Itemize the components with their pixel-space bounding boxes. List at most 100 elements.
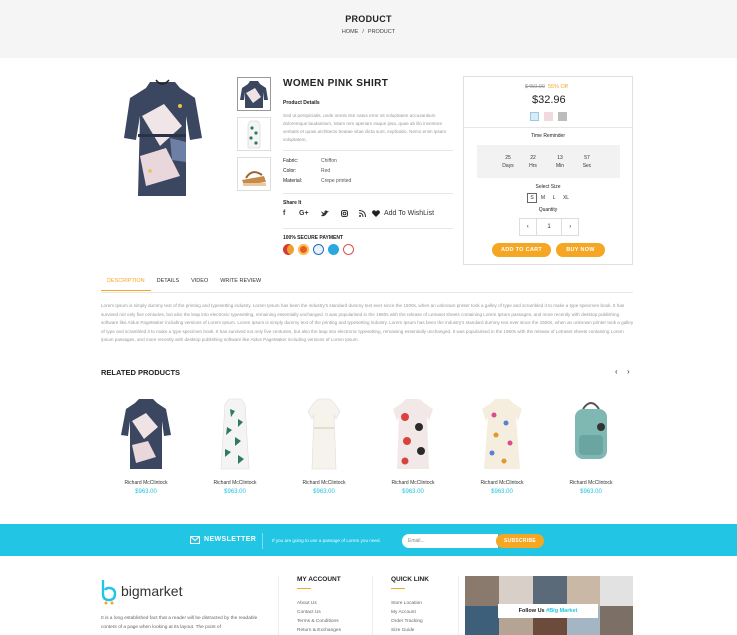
related-product-image-3[interactable]: [294, 397, 354, 472]
thumbnail-1[interactable]: [237, 77, 271, 111]
time-reminder-label: Time Reminder: [531, 133, 565, 139]
timer-hours: 22 Hrs: [529, 155, 537, 169]
color-swatch-grey[interactable]: [558, 112, 567, 121]
related-product-price-4: $963.00: [402, 489, 424, 495]
buy-now-button[interactable]: BUY NOW: [556, 243, 605, 257]
tab-video[interactable]: VIDEO: [185, 276, 214, 291]
newsletter-text: If you are going to use a passage of Lor…: [272, 538, 381, 543]
divider: [463, 127, 633, 128]
carousel-next-button[interactable]: ›: [627, 367, 630, 376]
twitter-icon[interactable]: [321, 210, 329, 219]
secure-payment-label: 100% SECURE PAYMENT: [283, 235, 344, 241]
thumbnail-2[interactable]: [237, 117, 271, 151]
related-product-image-4[interactable]: [383, 397, 443, 472]
facebook-icon[interactable]: f: [283, 210, 285, 217]
divider: [278, 576, 279, 635]
quantity-stepper: ‹ 1 ›: [519, 218, 579, 236]
quantity-increase-button[interactable]: ›: [562, 219, 578, 235]
add-to-wishlist-link[interactable]: Add To WishList: [372, 210, 434, 217]
related-product-price-2: $963.00: [224, 489, 246, 495]
breadcrumb-home[interactable]: HOME: [342, 29, 359, 35]
quantity-input[interactable]: 1: [535, 219, 563, 235]
color-swatch-blue[interactable]: [530, 112, 539, 121]
product-short-description: Sed ut perspiciatis, unde omnis iste nat…: [283, 113, 447, 142]
add-to-cart-button[interactable]: ADD TO CART: [492, 243, 551, 257]
breadcrumb: HOME / PRODUCT: [0, 29, 737, 35]
related-product-image-6[interactable]: [561, 397, 621, 472]
footer-link-my-account[interactable]: My Account: [391, 610, 416, 615]
share-label: Share It: [283, 200, 302, 206]
newsletter-label: NEWSLETTER: [204, 536, 257, 543]
carousel-prev-button[interactable]: ‹: [615, 367, 618, 376]
page-title: PRODUCT: [345, 14, 392, 24]
footer-link-store-location[interactable]: Store Location: [391, 601, 422, 606]
material-label: Material:: [283, 178, 303, 184]
quick-link-heading: QUICK LINK: [391, 576, 429, 583]
bigmarket-logo-icon: [101, 580, 117, 605]
related-product-image-5[interactable]: [472, 397, 532, 472]
related-product-name-2[interactable]: Richard McClintock: [200, 480, 270, 486]
google-plus-icon[interactable]: G+: [299, 210, 309, 217]
divider: [283, 193, 453, 194]
size-option-l[interactable]: L: [549, 193, 559, 203]
follow-us-banner[interactable]: Follow Us #Big Market: [498, 604, 598, 618]
related-product-image-1[interactable]: [116, 397, 176, 472]
old-price: $450.00: [525, 84, 545, 90]
size-option-m[interactable]: M: [538, 193, 548, 203]
rss-icon[interactable]: [358, 210, 366, 219]
tab-details[interactable]: DETAILS: [151, 276, 186, 291]
color-value: Red: [321, 168, 331, 174]
footer-about-text: It is a long established fact that a rea…: [101, 616, 258, 630]
footer-link-about-us[interactable]: About Us: [297, 601, 317, 606]
thumbnail-3[interactable]: [237, 157, 271, 191]
related-product-name-6[interactable]: Richard McClintock: [556, 480, 626, 486]
product-long-description: Lorem Ipsum is simply dummy text of the …: [101, 303, 634, 342]
fabric-value: Chiffon: [321, 158, 337, 164]
divider: [458, 576, 459, 635]
footer-link-terms[interactable]: Terms & Conditions: [297, 619, 339, 624]
footer-link-returns[interactable]: Return & Exchanges: [297, 628, 341, 633]
subscribe-button[interactable]: SUBSCRIBE: [496, 534, 544, 548]
instagram-icon[interactable]: [341, 210, 348, 219]
size-option-xl[interactable]: XL: [561, 193, 571, 203]
divider: [283, 150, 453, 151]
visa-icon: [343, 244, 354, 255]
related-product-price-5: $963.00: [491, 489, 513, 495]
discount-badge: 55% Off: [548, 84, 568, 90]
related-product-price-3: $963.00: [313, 489, 335, 495]
main-product-image[interactable]: [120, 76, 205, 201]
footer-link-order-tracking[interactable]: Order Tracking: [391, 619, 423, 624]
timer-seconds: 57 Sec: [582, 155, 592, 169]
size-option-s[interactable]: S: [527, 193, 537, 203]
divider: [372, 576, 373, 635]
related-product-name-5[interactable]: Richard McClintock: [467, 480, 537, 486]
footer-link-contact-us[interactable]: Contact Us: [297, 610, 321, 615]
breadcrumb-separator: /: [362, 29, 364, 35]
amex-icon: [328, 244, 339, 255]
fabric-label: Fabric:: [283, 158, 299, 164]
mastercard-icon: [283, 244, 294, 255]
tab-description[interactable]: DESCRIPTION: [101, 276, 151, 291]
dress-thumbnail-icon: [240, 81, 268, 108]
green-dress-thumbnail-icon: [247, 120, 261, 149]
heading-underline: [391, 588, 405, 589]
discover-icon: [298, 244, 309, 255]
footer-link-size-guide[interactable]: Size Guide: [391, 628, 414, 633]
newsletter-email-input[interactable]: Email...: [402, 534, 498, 548]
related-products-title: RELATED PRODUCTS: [101, 368, 181, 377]
related-product-name-3[interactable]: Richard McClintock: [289, 480, 359, 486]
current-price: $32.96: [532, 94, 566, 106]
quantity-label: Quantity: [538, 207, 558, 213]
color-swatch-pink[interactable]: [544, 112, 553, 121]
footer-logo[interactable]: bigmarket: [121, 583, 182, 599]
related-product-price-6: $963.00: [580, 489, 602, 495]
related-product-image-2[interactable]: [205, 397, 265, 472]
tab-write-review[interactable]: WRITE REVIEW: [214, 276, 267, 291]
tabs-divider: [101, 292, 633, 293]
breadcrumb-current: PRODUCT: [367, 29, 396, 35]
paypal-icon: [313, 244, 324, 255]
related-product-name-4[interactable]: Richard McClintock: [378, 480, 448, 486]
quantity-decrease-button[interactable]: ‹: [520, 219, 536, 235]
timer-minutes: 13 Min: [555, 155, 565, 169]
related-product-name-1[interactable]: Richard McClintock: [111, 480, 181, 486]
